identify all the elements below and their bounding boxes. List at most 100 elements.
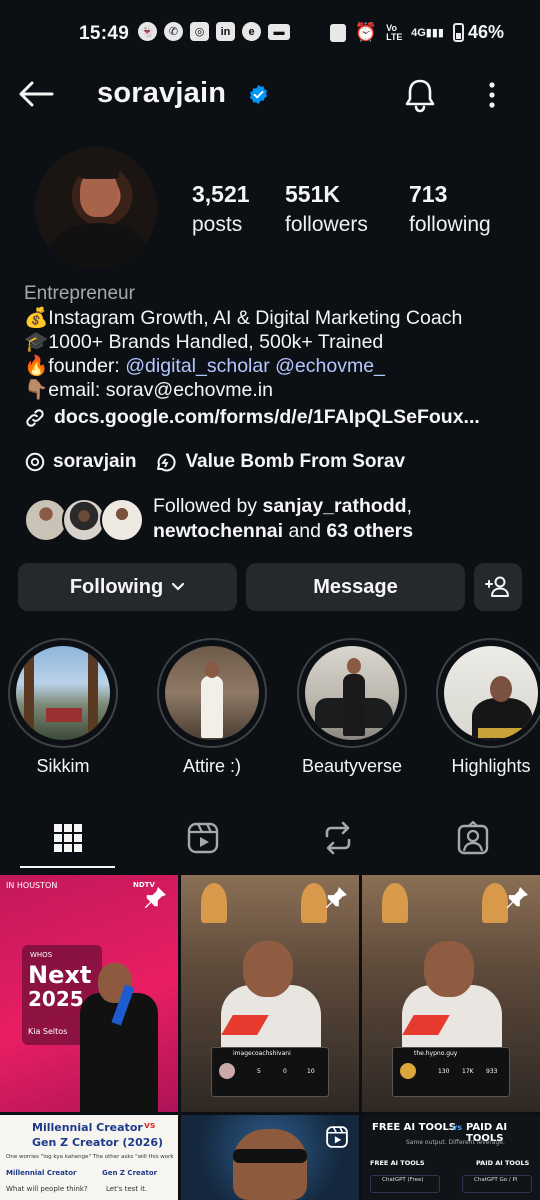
mail-notification-icon: ▬ <box>268 23 290 40</box>
post-row-a: What will people think? <box>6 1185 88 1193</box>
following-value: 713 <box>409 181 448 207</box>
mutual-user-2[interactable]: newtochennai <box>153 520 283 542</box>
profile-chips: soravjain Value Bomb From Sorav <box>24 451 405 473</box>
link-icon <box>26 408 44 427</box>
posts-count[interactable]: 3,521 posts <box>192 181 250 237</box>
post-tile[interactable]: the.hypno.guy 130 17K 933 <box>362 875 540 1112</box>
mention-digital-scholar[interactable]: @digital_scholar <box>125 355 269 377</box>
more-vertical-icon <box>489 82 495 108</box>
highlight-label: Highlights <box>451 756 531 776</box>
threads-icon <box>25 452 45 472</box>
post-title-a: FREE AI TOOLS <box>372 1122 457 1133</box>
threads-username: soravjain <box>53 451 137 472</box>
followed-by[interactable]: Followed by sanjay_rathodd, newtochennai… <box>24 494 524 546</box>
volte-icon: Vo LTE <box>386 22 403 42</box>
post-item-b: ChatGPT Go / Pl <box>474 1177 518 1183</box>
add-person-icon <box>485 576 509 597</box>
bio-email-text: email: sorav@echovme.in <box>48 379 273 401</box>
pointing-down-emoji: 👇🏽 <box>24 379 49 401</box>
tab-tagged[interactable] <box>405 808 540 868</box>
alarm-icon: ⏰ <box>354 22 378 42</box>
message-button-label: Message <box>313 575 398 598</box>
instagram-icon: ◎ <box>190 22 209 41</box>
back-button[interactable] <box>14 74 58 114</box>
notification-icons: 👻 ✆ ◎ in e ▬ <box>138 22 290 41</box>
repost-icon <box>325 821 350 855</box>
highlight-cover <box>165 646 259 740</box>
post-tile[interactable]: IN HOUSTON NDTV WHOS Next 2025 Kia Selto… <box>0 875 178 1112</box>
bio-link-text: docs.google.com/forms/d/e/1FAIpQLSeFoux.… <box>54 406 480 428</box>
system-icons: ⏰ Vo LTE 4G▮▮▮ 46% <box>329 22 504 43</box>
tab-posts-grid[interactable] <box>0 808 135 868</box>
bio-line-4: 👇🏽email: sorav@echovme.in <box>24 378 524 402</box>
app-notification-icon: e <box>242 22 261 41</box>
post-vs: vs <box>452 1123 462 1132</box>
message-button[interactable]: Message <box>246 563 465 611</box>
money-bag-emoji: 💰 <box>24 307 49 329</box>
post-subtitle: Same output. Different leverage. <box>406 1139 505 1146</box>
highlight-attire[interactable]: Attire :) <box>156 638 268 777</box>
post-row-b: Let's test it. <box>106 1185 148 1193</box>
broadcast-channel-chip[interactable]: Value Bomb From Sorav <box>154 451 405 473</box>
post-title-b: Gen Z Creator (2026) <box>32 1136 164 1149</box>
award-year: 2025 <box>28 987 84 1011</box>
following-button-label: Following <box>69 575 164 598</box>
tagged-person-icon <box>457 821 488 855</box>
signal-icon: 4G▮▮▮ <box>411 27 444 39</box>
post-tile[interactable]: imagecoachshivani 5 0 10 <box>181 875 359 1112</box>
bio-link[interactable]: docs.google.com/forms/d/e/1FAIpQLSeFoux.… <box>24 406 480 429</box>
graduation-cap-emoji: 🎓 <box>24 331 49 353</box>
eyeglasses <box>233 1149 307 1163</box>
highlight-label: Attire :) <box>182 756 241 776</box>
profile-username: soravjain <box>97 77 227 109</box>
followed-by-prefix: Followed by <box>153 495 263 517</box>
post-event-logo: IN HOUSTON <box>6 881 58 890</box>
threads-chip[interactable]: soravjain <box>24 451 136 473</box>
highlight-label: Beautyverse <box>301 756 403 776</box>
whatsapp-icon: ✆ <box>164 22 183 41</box>
mention-echovme[interactable]: @echovme_ <box>275 355 385 377</box>
highlight-beautyverse[interactable]: Beautyverse <box>296 638 408 777</box>
overlay-account: the.hypno.guy <box>414 1050 458 1057</box>
post-tile[interactable]: Millennial Creator vs Gen Z Creator (202… <box>0 1115 178 1200</box>
highlight-sikkim[interactable]: Sikkim <box>7 638 119 777</box>
mutual-user-1[interactable]: sanjay_rathodd <box>262 495 406 517</box>
pin-icon <box>144 887 166 909</box>
network-type: 4G <box>411 27 426 39</box>
highlight-label: Sikkim <box>36 756 90 776</box>
linkedin-icon: in <box>216 22 235 41</box>
bio-founder-label: founder: <box>48 355 126 377</box>
post-subtitle: One worries "log kya kahenge" The other … <box>6 1154 174 1160</box>
highlight-highlights[interactable]: Highlights <box>435 638 540 777</box>
notifications-bell-button[interactable] <box>399 74 441 116</box>
profile-content-tabs <box>0 808 540 870</box>
post-column-a: Millennial Creator <box>6 1169 77 1177</box>
reels-icon <box>187 822 218 854</box>
post-column-b: Gen Z Creator <box>102 1169 158 1177</box>
more-options-button[interactable] <box>474 74 510 116</box>
post-tile[interactable] <box>181 1115 359 1200</box>
profile-avatar[interactable] <box>35 147 157 269</box>
tab-reels[interactable] <box>135 808 270 868</box>
pin-icon <box>325 887 347 909</box>
snapchat-icon: 👻 <box>138 22 157 41</box>
tab-reposts[interactable] <box>270 808 405 868</box>
back-arrow-icon <box>19 81 54 107</box>
following-button[interactable]: Following <box>18 563 237 611</box>
mutual-avatar-3 <box>100 498 144 542</box>
mutual-others[interactable]: 63 others <box>326 520 413 542</box>
post-column-b: PAID AI TOOLS <box>476 1159 530 1167</box>
followers-count[interactable]: 551K followers <box>285 181 368 237</box>
post-title-a: Millennial Creator <box>32 1121 143 1134</box>
overlay-following: 933 <box>486 1068 498 1075</box>
highlight-cover <box>444 646 538 740</box>
following-label: following <box>409 213 491 236</box>
suggested-people-button[interactable] <box>474 563 522 611</box>
followers-label: followers <box>285 213 368 236</box>
profile-header: soravjain <box>0 64 540 124</box>
post-tile[interactable]: FREE AI TOOLS vs PAID AI TOOLS Same outp… <box>362 1115 540 1200</box>
bio-line-2-text: 1000+ Brands Handled, 500k+ Trained <box>48 331 384 353</box>
overlay-account: imagecoachshivani <box>233 1050 291 1057</box>
bio-line-1: 💰Instagram Growth, AI & Digital Marketin… <box>24 306 524 330</box>
following-count[interactable]: 713 following <box>409 181 491 237</box>
